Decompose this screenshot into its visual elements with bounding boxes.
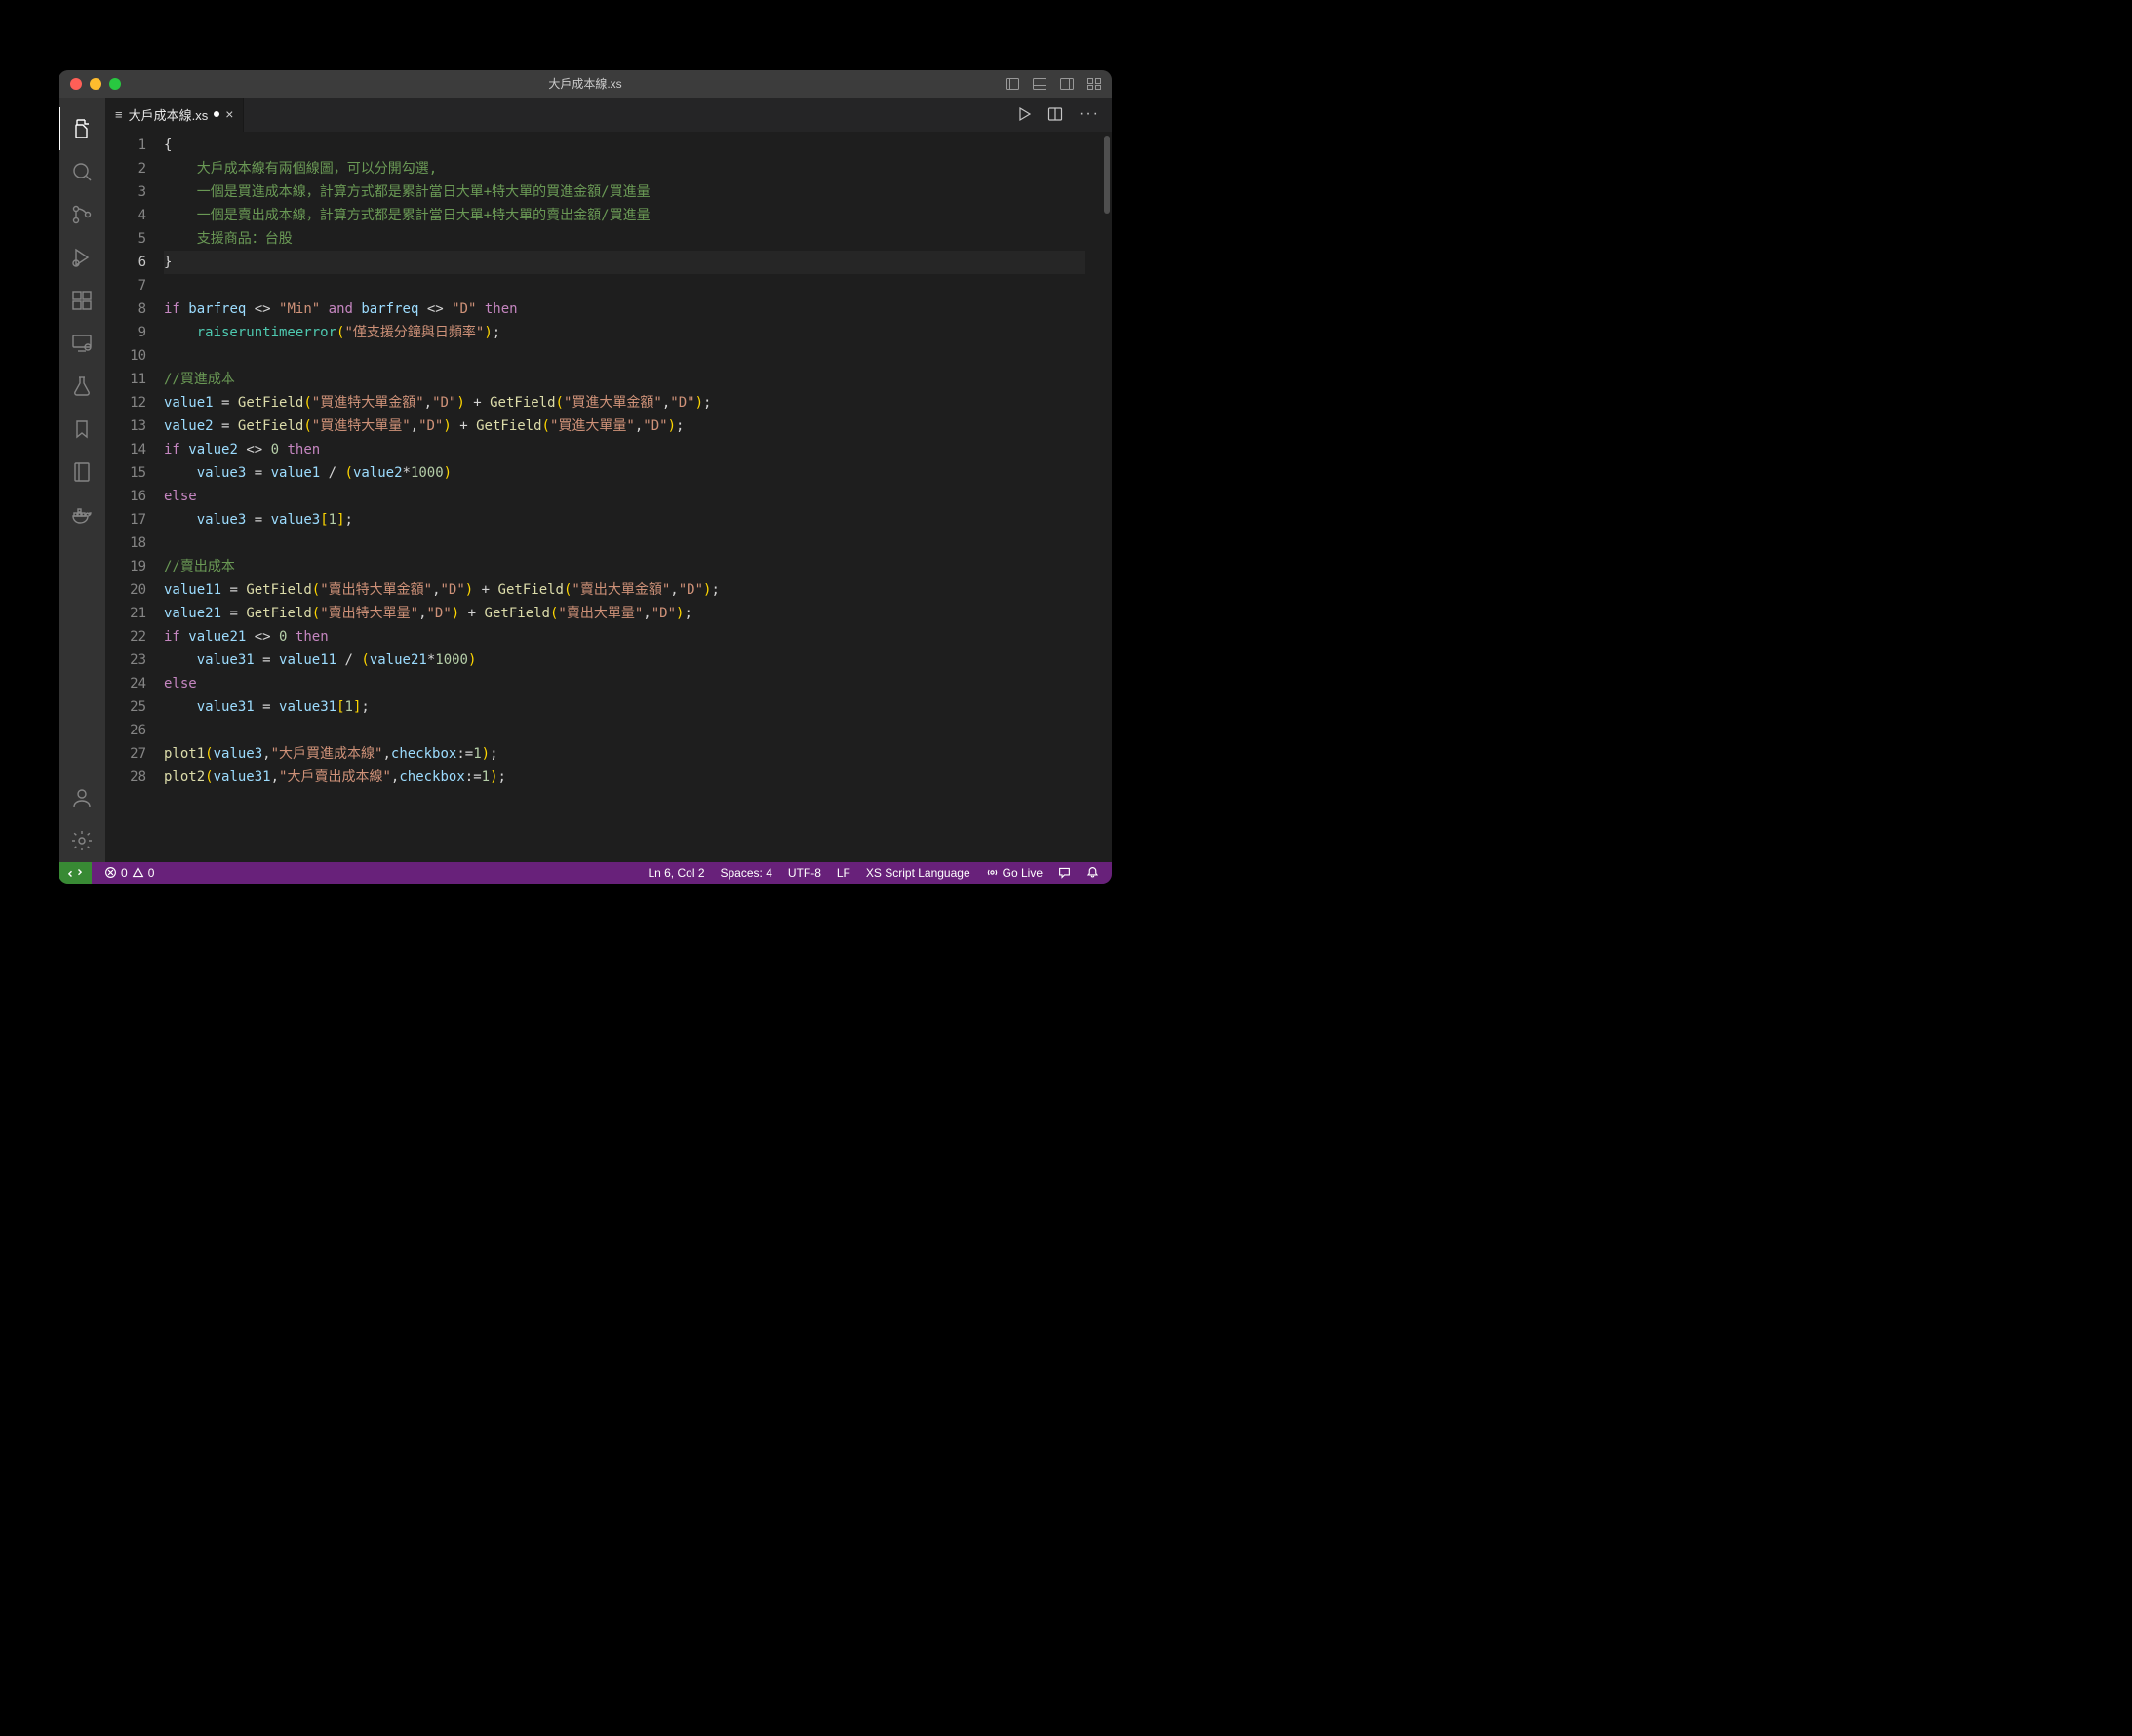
minimap[interactable]: [1085, 132, 1102, 862]
settings-gear-icon[interactable]: [59, 819, 105, 862]
indentation[interactable]: Spaces: 4: [716, 866, 777, 880]
toggle-secondary-sidebar-icon[interactable]: [1059, 76, 1075, 92]
close-tab-icon[interactable]: ×: [225, 106, 233, 122]
toggle-panel-icon[interactable]: [1032, 76, 1047, 92]
accounts-icon[interactable]: [59, 776, 105, 819]
testing-icon[interactable]: [59, 365, 105, 408]
warning-count: 0: [148, 866, 155, 880]
vscode-window: 大戶成本線.xs ≡: [59, 70, 1112, 884]
go-live[interactable]: Go Live: [981, 866, 1047, 880]
tab-file[interactable]: ≡ 大戶成本線.xs ×: [105, 98, 244, 132]
main-area: ≡ 大戶成本線.xs × ··· 12345678910111213141516…: [59, 98, 1112, 862]
search-icon[interactable]: [59, 150, 105, 193]
window-title: 大戶成本線.xs: [59, 75, 1112, 92]
source-control-icon[interactable]: [59, 193, 105, 236]
problems-indicator[interactable]: 0 0: [99, 866, 159, 880]
run-debug-icon[interactable]: [59, 236, 105, 279]
remote-indicator[interactable]: [59, 862, 92, 884]
editor-toolbar: ···: [1016, 98, 1112, 132]
close-window-button[interactable]: [70, 78, 82, 90]
docker-icon[interactable]: [59, 493, 105, 536]
customize-layout-icon[interactable]: [1086, 76, 1102, 92]
status-bar: 0 0 Ln 6, Col 2 Spaces: 4 UTF-8 LF XS Sc…: [59, 862, 1112, 884]
notifications-bell-icon[interactable]: [1082, 866, 1104, 879]
run-file-icon[interactable]: [1016, 106, 1032, 122]
more-actions-icon[interactable]: ···: [1079, 105, 1100, 123]
notebook-icon[interactable]: [59, 451, 105, 493]
eol[interactable]: LF: [832, 866, 855, 880]
cursor-position[interactable]: Ln 6, Col 2: [643, 866, 709, 880]
tab-file-icon: ≡: [115, 107, 123, 122]
feedback-icon[interactable]: [1053, 866, 1076, 879]
tab-label: 大戶成本線.xs: [129, 105, 209, 124]
activity-bar: [59, 98, 105, 862]
code-content[interactable]: { 大戶成本線有兩個線圖，可以分開勾選, 一個是買進成本線，計算方式都是累計當日…: [164, 132, 1085, 862]
line-gutter: 1234567891011121314151617181920212223242…: [105, 132, 164, 862]
code-editor[interactable]: 1234567891011121314151617181920212223242…: [105, 132, 1112, 862]
split-editor-icon[interactable]: [1047, 106, 1063, 122]
titlebar: 大戶成本線.xs: [59, 70, 1112, 98]
extensions-icon[interactable]: [59, 279, 105, 322]
title-layout-controls: [1005, 76, 1102, 92]
scrollbar-thumb[interactable]: [1104, 136, 1110, 214]
language-mode[interactable]: XS Script Language: [861, 866, 975, 880]
remote-explorer-icon[interactable]: [59, 322, 105, 365]
maximize-window-button[interactable]: [109, 78, 121, 90]
vertical-scrollbar[interactable]: [1102, 132, 1112, 862]
minimize-window-button[interactable]: [90, 78, 101, 90]
bookmarks-icon[interactable]: [59, 408, 105, 451]
explorer-icon[interactable]: [59, 107, 105, 150]
editor-area: ≡ 大戶成本線.xs × ··· 12345678910111213141516…: [105, 98, 1112, 862]
traffic-lights: [59, 78, 121, 90]
encoding[interactable]: UTF-8: [783, 866, 826, 880]
tab-modified-indicator: [214, 111, 219, 117]
error-count: 0: [121, 866, 128, 880]
toggle-primary-sidebar-icon[interactable]: [1005, 76, 1020, 92]
editor-tabs: ≡ 大戶成本線.xs × ···: [105, 98, 1112, 132]
